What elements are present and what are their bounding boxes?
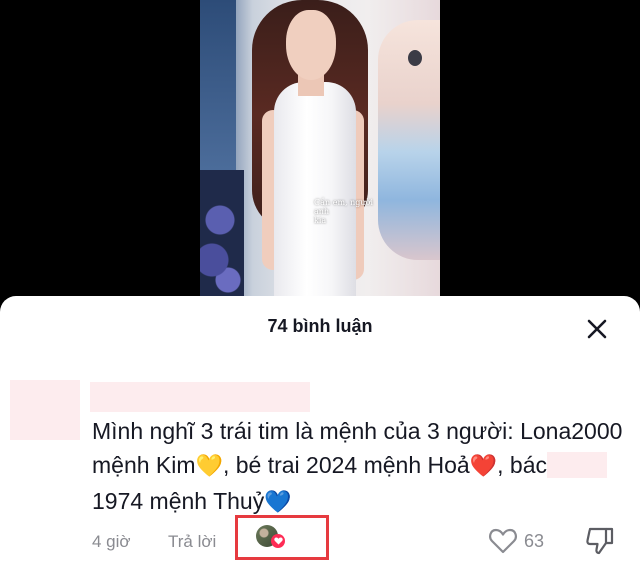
close-icon	[587, 319, 607, 339]
comment-text-part4: 1974 mệnh Thuỷ	[92, 488, 265, 514]
video-caption: Cần em, người anh kia	[314, 198, 374, 225]
video-caption-line2: kia	[314, 216, 327, 225]
heart-outline-icon	[489, 528, 517, 554]
redacted-name-mask	[547, 452, 608, 478]
person-face	[286, 10, 336, 80]
comment-text: Mình nghĩ 3 trái tim là mệnh của 3 người…	[92, 414, 632, 520]
close-button[interactable]	[582, 314, 612, 344]
white-dress	[274, 82, 356, 300]
commenter-avatar-redacted[interactable]	[10, 380, 80, 440]
like-button[interactable]: 63	[488, 526, 544, 556]
red-heart-icon: ❤️	[469, 454, 498, 479]
comment-text-part3: , bác	[497, 452, 548, 478]
comment-text-part2: , bé trai 2024 mệnh Hoả	[222, 452, 470, 478]
video-caption-line1: Cần em, người anh	[314, 198, 373, 216]
thumbs-down-icon	[586, 527, 614, 555]
video-player[interactable]: Cần em, người anh kia	[0, 0, 640, 300]
dislike-button[interactable]	[584, 525, 616, 562]
comments-sheet: 74 bình luận Mình nghĩ 3 trái tim là mện…	[0, 296, 640, 580]
comment-timestamp: 4 giờ	[92, 532, 131, 551]
cartoon-eye	[408, 50, 422, 66]
creator-heart-icon	[271, 534, 285, 548]
yellow-heart-icon: 💛	[195, 454, 223, 479]
commenter-name-redacted[interactable]	[90, 382, 310, 412]
video-frame[interactable]: Cần em, người anh kia	[200, 0, 440, 300]
like-count: 63	[524, 530, 545, 551]
blue-heart-icon: 💙	[264, 490, 292, 515]
comments-count-title: 74 bình luận	[267, 316, 373, 336]
reply-button[interactable]: Trả lời	[168, 530, 216, 554]
creator-liked-highlight	[235, 515, 329, 560]
flower-decoration	[200, 170, 244, 300]
